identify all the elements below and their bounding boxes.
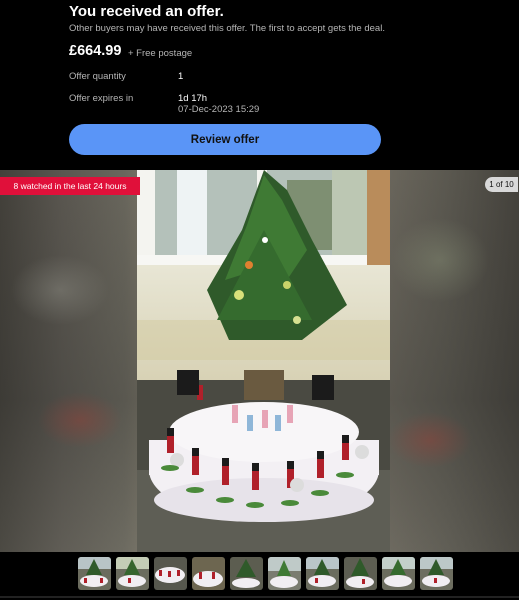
thumbnail-10[interactable] [420, 557, 453, 590]
thumbnail-8[interactable] [344, 557, 377, 590]
thumbnail-image [78, 557, 111, 590]
thumbnail-1[interactable] [78, 557, 111, 590]
review-offer-button[interactable]: Review offer [69, 124, 381, 155]
thumbnail-image [116, 557, 149, 590]
bottom-divider [0, 596, 519, 598]
thumbnail-5[interactable] [230, 557, 263, 590]
offer-panel: You received an offer. Other buyers may … [0, 0, 519, 170]
thumbnail-9[interactable] [382, 557, 415, 590]
thumbnail-image [268, 557, 301, 590]
gallery-blur-left [0, 170, 137, 552]
thumbnail-2[interactable] [116, 557, 149, 590]
postage-text: + Free postage [128, 48, 193, 59]
offer-subtitle: Other buyers may have received this offe… [69, 23, 385, 34]
offer-title: You received an offer. [69, 3, 224, 20]
gallery-blur-right [390, 170, 519, 552]
watched-badge: 8 watched in the last 24 hours [0, 177, 140, 195]
image-gallery[interactable]: 8 watched in the last 24 hours 1 of 10 [0, 170, 519, 552]
offer-expires-date: 07-Dec-2023 15:29 [178, 104, 260, 115]
thumbnail-image [154, 557, 187, 590]
offer-expires-label: Offer expires in [69, 93, 134, 104]
thumbnail-image [382, 557, 415, 590]
offer-quantity-label: Offer quantity [69, 71, 126, 82]
thumbnail-image [230, 557, 263, 590]
thumbnail-4[interactable] [192, 557, 225, 590]
offer-quantity-value: 1 [178, 71, 184, 82]
thumbnail-image [344, 557, 377, 590]
thumbnail-strip [0, 552, 519, 600]
thumbnail-image [306, 557, 339, 590]
thumbnail-7[interactable] [306, 557, 339, 590]
thumbnail-6[interactable] [268, 557, 301, 590]
thumbnail-image [420, 557, 453, 590]
thumbnail-image [192, 557, 225, 590]
offer-price: £664.99 [69, 43, 122, 59]
thumbnail-3[interactable] [154, 557, 187, 590]
image-counter: 1 of 10 [485, 177, 518, 192]
offer-expires-value: 1d 17h [178, 93, 208, 104]
christmas-tree-photo[interactable] [137, 170, 390, 552]
